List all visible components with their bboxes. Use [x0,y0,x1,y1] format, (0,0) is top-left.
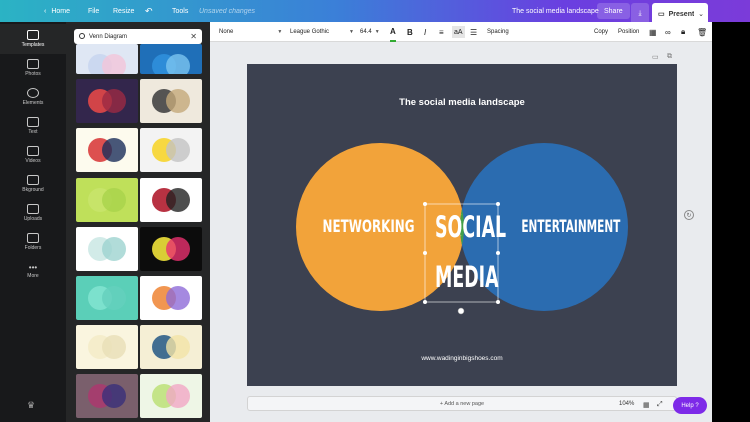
rail-item-videos[interactable]: Videos [0,140,66,170]
search-icon [79,33,85,39]
link-icon[interactable]: ∞ [665,22,671,42]
add-page-button[interactable]: + Add a new page [247,396,677,411]
search-input[interactable]: Venn Diagram ✕ [74,29,202,44]
fullscreen-icon[interactable]: ⤢ [657,401,663,409]
spacing-button[interactable]: Spacing [487,22,509,42]
clear-search-icon[interactable]: ✕ [190,32,197,41]
font-size-dropdown[interactable]: 64.4 ▼ [360,22,380,42]
template-thumbnail[interactable] [140,128,202,172]
file-menu[interactable]: File [88,0,99,22]
duplicate-page-icon[interactable]: ⧉ [667,53,672,61]
template-thumbnail[interactable] [76,325,138,369]
chevron-left-icon: ‹ [44,7,47,15]
rail-item-background[interactable]: Bkground [0,169,66,199]
overlap-label-media[interactable]: MEDIA [435,260,499,294]
template-thumbnail[interactable] [140,79,202,123]
present-icon: ▭ [658,11,665,18]
share-button[interactable]: Share [597,3,630,19]
template-thumbnail[interactable] [76,374,138,418]
grid-view-icon[interactable]: ▦ [643,401,650,409]
template-thumbnail[interactable] [140,44,202,74]
right-edge [712,22,750,422]
template-thumbnail[interactable] [140,276,202,320]
side-rail: Templates Photos Elements Text Videos Bk… [0,22,66,422]
tools-menu[interactable]: Tools [172,0,188,22]
template-thumbnail[interactable] [140,325,202,369]
copy-button[interactable]: Copy [594,22,608,42]
text-toolbar: None ▼ League Gothic ▼ 64.4 ▼ A B I ≡ aA… [210,22,750,42]
position-button[interactable]: Position [618,22,639,42]
align-center-icon[interactable]: ≡ [439,22,444,42]
template-thumbnail[interactable] [140,374,202,418]
rail-item-uploads[interactable]: Uploads [0,198,66,228]
rail-item-text[interactable]: Text [0,111,66,141]
background-icon [27,175,39,185]
italic-icon[interactable]: I [424,22,426,42]
crown-icon[interactable]: ♛ [27,400,35,411]
template-thumbnail[interactable] [140,178,202,222]
template-thumbnail[interactable] [76,178,138,222]
fill-dropdown[interactable]: None ▼ [219,22,282,42]
transparency-icon[interactable]: ▦ [649,22,657,42]
lock-icon[interactable]: 🔒︎ [681,22,685,42]
chevron-down-icon: ▼ [277,29,283,35]
text-icon [27,117,39,127]
rail-item-more[interactable]: ••• More [0,256,66,286]
template-thumbnail[interactable] [76,276,138,320]
rotate-handle[interactable] [457,307,465,315]
refresh-icon[interactable]: ↻ [684,210,694,220]
undo-icon[interactable]: ↶ [145,0,153,22]
videos-icon [27,146,39,156]
resize-menu[interactable]: Resize [113,0,134,22]
elements-icon [27,88,39,98]
template-thumbnail[interactable] [76,128,138,172]
top-bar: ‹ Home File Resize ↶ Tools Unsaved chang… [0,0,750,25]
document-title[interactable]: The social media landscape [512,0,599,22]
bold-icon[interactable]: B [407,22,413,42]
help-button[interactable]: Help ? [673,397,707,414]
right-circle-label[interactable]: ENTERTAINMENT [521,217,620,237]
letter-case-icon[interactable]: aA [452,26,465,38]
design-canvas[interactable]: The social media landscape NETWORKING SO… [247,64,677,386]
font-dropdown[interactable]: League Gothic ▼ [290,22,354,42]
rail-item-folders[interactable]: Folders [0,227,66,257]
text-color-icon[interactable]: A [390,22,396,42]
footer-url[interactable]: www.wadinginbigshoes.com [247,355,677,362]
templates-icon [27,30,39,40]
template-thumbnail[interactable] [140,227,202,271]
overlap-label-social[interactable]: SOCIAL [435,210,506,244]
delete-icon[interactable]: 🗑︎ [697,22,707,42]
template-thumbnail[interactable] [76,79,138,123]
design-title[interactable]: The social media landscape [247,97,677,108]
folders-icon [27,233,39,243]
zoom-level[interactable]: 104% [619,401,634,407]
left-circle-label[interactable]: NETWORKING [323,217,415,237]
chevron-down-icon: ▼ [374,29,380,35]
template-thumbnail[interactable] [76,227,138,271]
photos-icon [27,59,39,69]
note-icon[interactable]: ▭ [652,53,659,61]
templates-panel: Venn Diagram ✕ [66,22,210,422]
uploads-icon [27,204,39,214]
more-icon: ••• [28,263,38,272]
save-status: Unsaved changes [199,7,256,15]
chevron-down-icon: ▼ [349,29,354,35]
template-thumbnail[interactable] [76,44,138,74]
rail-item-photos[interactable]: Photos [0,53,66,83]
rail-item-elements[interactable]: Elements [0,82,66,112]
rail-item-templates[interactable]: Templates [0,24,66,54]
list-icon[interactable]: ☰ [470,22,477,42]
home-button[interactable]: ‹ Home [44,0,70,22]
